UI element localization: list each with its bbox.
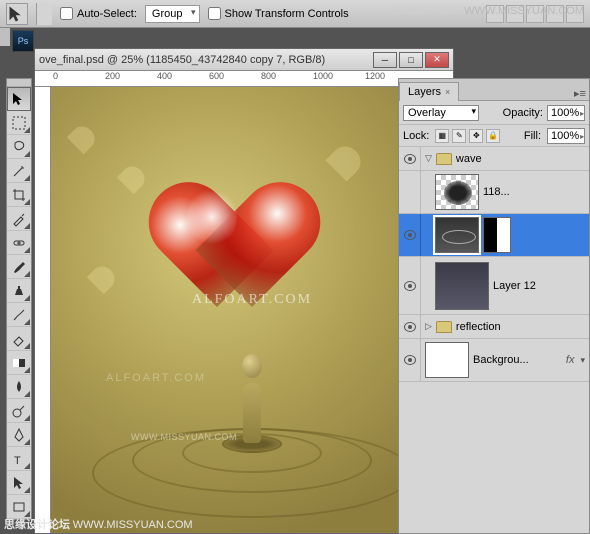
fill-label: Fill: (524, 130, 541, 142)
visibility-toggle[interactable] (399, 171, 421, 213)
healing-brush-tool[interactable] (7, 231, 31, 255)
lock-all-icon[interactable]: 🔒 (486, 129, 500, 143)
eraser-tool[interactable] (7, 327, 31, 351)
layer-group-wave[interactable]: ▽ wave (399, 147, 589, 171)
blend-mode-dropdown[interactable]: Overlay (403, 105, 479, 121)
canvas-watermark: ALFOART.COM (192, 292, 312, 308)
tool-preset-dropdown[interactable] (36, 3, 52, 25)
crop-tool[interactable] (7, 183, 31, 207)
move-tool-preset-icon[interactable] (6, 3, 28, 25)
layer-thumbnail[interactable] (435, 217, 479, 253)
canvas[interactable]: ALFOART.COM ALFOART.COM WWW.MISSYUAN.COM (51, 87, 453, 533)
folder-icon (436, 153, 452, 165)
panel-grip[interactable] (0, 28, 10, 46)
visibility-toggle[interactable] (404, 230, 416, 240)
gradient-tool[interactable] (7, 351, 31, 375)
panel-menu-icon[interactable]: ▸≡ (571, 87, 589, 100)
clone-stamp-tool[interactable] (7, 279, 31, 303)
toolbox-grip[interactable] (7, 79, 31, 87)
visibility-toggle[interactable] (404, 355, 416, 365)
brush-tool[interactable] (7, 255, 31, 279)
ruler-vertical[interactable] (35, 87, 51, 533)
document-window: ove_final.psd @ 25% (1185450_43742840 co… (34, 48, 454, 534)
layer-thumbnail[interactable] (425, 342, 469, 378)
folder-icon (436, 321, 452, 333)
fill-input[interactable]: 100% (547, 128, 585, 144)
lock-position-icon[interactable]: ✥ (469, 129, 483, 143)
path-selection-tool[interactable] (7, 471, 31, 495)
lock-transparency-icon[interactable]: ▦ (435, 129, 449, 143)
eyedropper-tool[interactable] (7, 207, 31, 231)
canvas-watermark-2: ALFOART.COM (106, 372, 206, 384)
lock-pixels-icon[interactable]: ✎ (452, 129, 466, 143)
lasso-tool[interactable] (7, 135, 31, 159)
visibility-toggle[interactable] (404, 281, 416, 291)
history-brush-tool[interactable] (7, 303, 31, 327)
chevron-right-icon[interactable]: ▷ (425, 321, 432, 332)
marquee-tool[interactable] (7, 111, 31, 135)
lock-label: Lock: (403, 130, 429, 142)
opacity-input[interactable]: 100% (547, 105, 585, 121)
chevron-down-icon[interactable]: ▽ (425, 153, 432, 164)
auto-select-group-dropdown[interactable]: Group (145, 5, 200, 23)
toolbox: T (6, 78, 32, 520)
blur-tool[interactable] (7, 375, 31, 399)
chevron-down-icon[interactable]: ▾ (580, 355, 585, 366)
layers-panel: Layers× ▸≡ Overlay Opacity: 100% Lock: ▦… (398, 78, 590, 534)
svg-text:T: T (14, 455, 21, 467)
layer-ripple-selected[interactable] (399, 214, 589, 257)
layers-list: ▽ wave 118... (399, 147, 589, 382)
move-tool[interactable] (7, 87, 31, 111)
document-title: ove_final.psd @ 25% (1185450_43742840 co… (39, 54, 373, 66)
watermark-top: 思缘设计论坛 WWW.MISSYUAN.COM (392, 2, 584, 18)
opacity-label: Opacity: (503, 107, 543, 119)
window-minimize-button[interactable]: ─ (373, 52, 397, 68)
ps-app-icon: Ps (12, 30, 34, 52)
layer-thumbnail[interactable] (435, 174, 479, 210)
layer-mask-thumbnail[interactable] (483, 217, 511, 253)
type-tool[interactable]: T (7, 447, 31, 471)
fx-badge[interactable]: fx (566, 354, 577, 366)
watermark-bottom: 思缘设计论坛 WWW.MISSYUAN.COM (4, 516, 193, 532)
layer-group-reflection[interactable]: ▷ reflection (399, 315, 589, 339)
ruler-horizontal[interactable]: 0 200 400 600 800 1000 1200 (35, 71, 453, 87)
visibility-toggle[interactable] (404, 154, 416, 164)
show-transform-checkbox[interactable]: Show Transform Controls (208, 7, 349, 20)
document-titlebar[interactable]: ove_final.psd @ 25% (1185450_43742840 co… (35, 49, 453, 71)
magic-wand-tool[interactable] (7, 159, 31, 183)
close-icon[interactable]: × (445, 87, 450, 97)
layer-12[interactable]: Layer 12 (399, 257, 589, 315)
auto-select-checkbox[interactable]: Auto-Select: (60, 7, 137, 20)
pen-tool[interactable] (7, 423, 31, 447)
window-close-button[interactable]: ✕ (425, 52, 449, 68)
canvas-url-watermark: WWW.MISSYUAN.COM (131, 432, 237, 442)
layer-background[interactable]: Backgrou... fx ▾ (399, 339, 589, 382)
layer-118[interactable]: 118... (399, 171, 589, 214)
dodge-tool[interactable] (7, 399, 31, 423)
layers-tab[interactable]: Layers× (399, 82, 459, 101)
window-maximize-button[interactable]: □ (399, 52, 423, 68)
layer-thumbnail[interactable] (435, 262, 489, 310)
visibility-toggle[interactable] (404, 322, 416, 332)
